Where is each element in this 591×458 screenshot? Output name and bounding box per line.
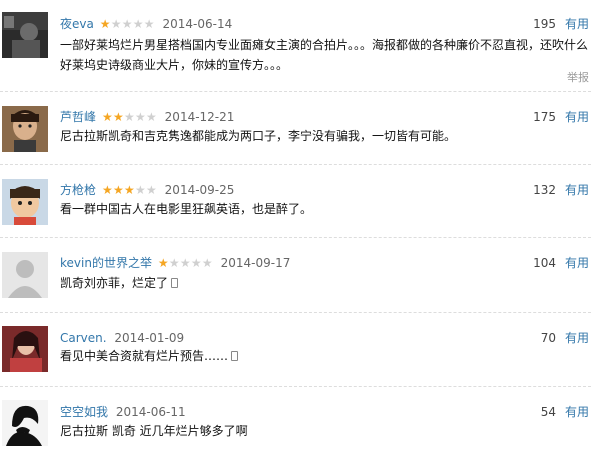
rating-stars: ★★★★★ — [102, 109, 157, 125]
vote-count: 132 — [533, 183, 556, 197]
comment-text: 一部好莱坞烂片男星搭档国内专业面瘫女主演的合拍片。。。海报都做的各种廉价不忍直视… — [60, 38, 589, 72]
username-link[interactable]: 芦哲峰 — [60, 110, 96, 124]
vote-count: 54 — [540, 405, 556, 419]
useful-button[interactable]: 有用 — [565, 404, 589, 420]
star-icon: ★ — [145, 110, 157, 124]
mobile-phone-icon — [231, 351, 239, 361]
divider — [0, 312, 591, 313]
avatar-image — [2, 179, 48, 225]
mobile-phone-icon — [171, 278, 179, 288]
avatar-image — [2, 326, 48, 372]
useful-button[interactable]: 有用 — [565, 16, 589, 32]
comment-meta: 空空如我 2014-06-11 — [60, 404, 186, 420]
star-icon: ★ — [179, 256, 191, 270]
comment-meta: Carven. 2014-01-09 — [60, 330, 184, 346]
useful-button[interactable]: 有用 — [565, 330, 589, 346]
comment-meta: 方枪枪 ★★★★★ 2014-09-25 — [60, 182, 234, 198]
avatar[interactable] — [2, 400, 48, 446]
star-icon: ★ — [101, 110, 113, 124]
star-icon: ★ — [143, 17, 155, 31]
vote-count: 175 — [533, 110, 556, 124]
comment-meta: 夜eva ★★★★★ 2014-06-14 — [60, 16, 232, 32]
star-icon: ★ — [168, 256, 180, 270]
username-link[interactable]: kevin的世界之举 — [60, 256, 152, 270]
username-link[interactable]: Carven. — [60, 331, 107, 345]
divider — [0, 237, 591, 238]
username-link[interactable]: 方枪枪 — [60, 183, 96, 197]
rating-stars: ★★★★★ — [158, 255, 213, 271]
star-icon: ★ — [121, 17, 133, 31]
comment-text-content: 看见中美合资就有烂片预告…… — [60, 349, 229, 363]
star-icon: ★ — [134, 183, 146, 197]
avatar[interactable] — [2, 179, 48, 225]
comment-date: 2014-06-11 — [115, 405, 186, 419]
star-icon: ★ — [99, 17, 111, 31]
comment-date: 2014-01-09 — [114, 331, 185, 345]
avatar[interactable] — [2, 12, 48, 58]
star-icon: ★ — [101, 183, 113, 197]
star-icon: ★ — [112, 110, 124, 124]
username-link[interactable]: 夜eva — [60, 17, 94, 31]
comment-text: 看一群中国古人在电影里狂飙英语，也是醉了。 — [60, 202, 313, 216]
star-icon: ★ — [132, 17, 144, 31]
avatar-image — [2, 12, 48, 58]
comment-date: 2014-09-25 — [164, 183, 235, 197]
star-icon: ★ — [123, 183, 135, 197]
divider — [0, 164, 591, 165]
star-icon: ★ — [145, 183, 157, 197]
rating-stars: ★★★★★ — [100, 16, 155, 32]
useful-button[interactable]: 有用 — [565, 255, 589, 271]
star-icon: ★ — [190, 256, 202, 270]
avatar[interactable] — [2, 326, 48, 372]
comment-date: 2014-06-14 — [162, 17, 233, 31]
star-icon: ★ — [110, 17, 122, 31]
report-link[interactable]: 举报 — [567, 69, 589, 85]
comment-date: 2014-09-17 — [220, 256, 291, 270]
star-icon: ★ — [123, 110, 135, 124]
rating-stars: ★★★★★ — [102, 182, 157, 198]
divider — [0, 91, 591, 92]
comment-text-content: 凯奇刘亦菲，烂定了 — [60, 276, 169, 290]
star-icon: ★ — [157, 256, 169, 270]
comment-meta: 芦哲峰 ★★★★★ 2014-12-21 — [60, 109, 234, 125]
comment-text: 尼古拉斯 凯奇 近几年烂片够多了啊 — [60, 424, 248, 438]
avatar[interactable] — [2, 252, 48, 298]
useful-button[interactable]: 有用 — [565, 182, 589, 198]
comment-date: 2014-12-21 — [164, 110, 235, 124]
avatar[interactable] — [2, 106, 48, 152]
comment-text: 尼古拉斯凯奇和吉克隽逸都能成为两口子，李宁没有骗我，一切皆有可能。 — [60, 129, 457, 143]
avatar-image — [2, 400, 48, 446]
comment-text: 凯奇刘亦菲，烂定了 — [60, 273, 590, 293]
comment-meta: kevin的世界之举 ★★★★★ 2014-09-17 — [60, 255, 290, 271]
vote-count: 70 — [540, 331, 556, 345]
divider — [0, 386, 591, 387]
useful-button[interactable]: 有用 — [565, 109, 589, 125]
vote-count: 104 — [533, 256, 556, 270]
avatar-image — [2, 252, 48, 298]
star-icon: ★ — [201, 256, 213, 270]
star-icon: ★ — [112, 183, 124, 197]
avatar-image — [2, 106, 48, 152]
comment-text: 看见中美合资就有烂片预告…… — [60, 346, 590, 366]
star-icon: ★ — [134, 110, 146, 124]
vote-count: 195 — [533, 17, 556, 31]
username-link[interactable]: 空空如我 — [60, 405, 108, 419]
